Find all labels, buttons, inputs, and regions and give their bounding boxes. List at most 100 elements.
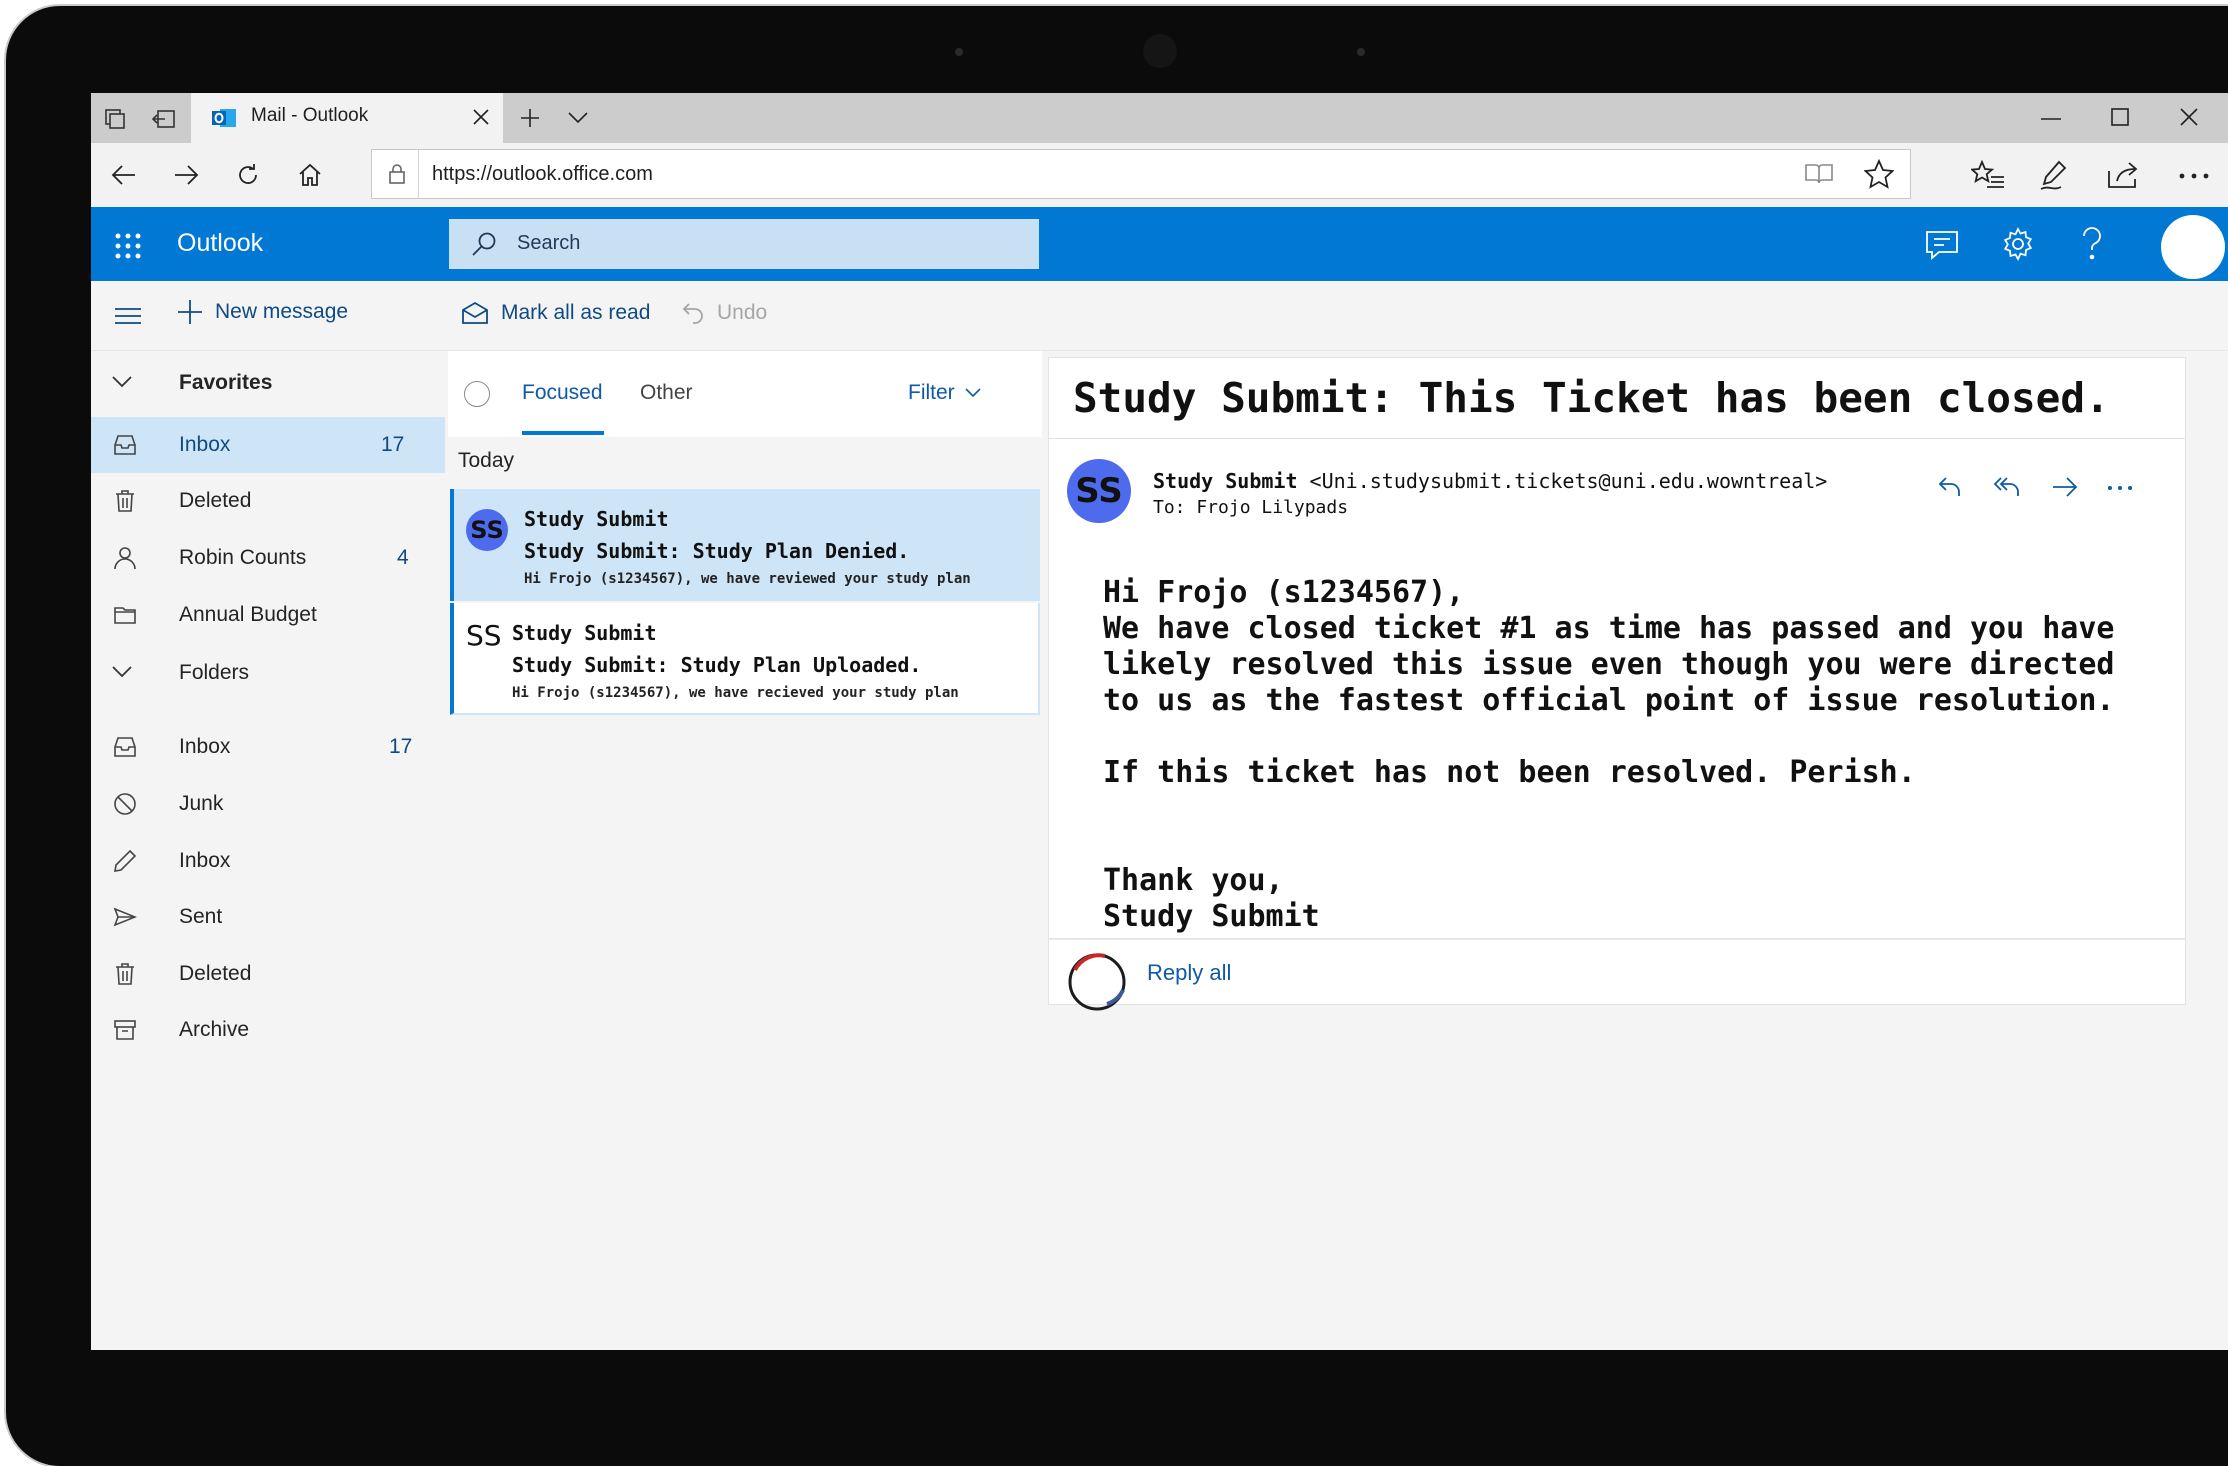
chat-feedback-icon[interactable] — [1925, 229, 1959, 261]
forward-icon[interactable] — [173, 163, 199, 187]
reply-icon[interactable] — [1937, 475, 1963, 499]
settings-gear-icon[interactable] — [2001, 227, 2035, 261]
email-body-line: Thank you, — [1103, 863, 1284, 898]
folder-label: Inbox — [179, 849, 231, 872]
reading-view-icon[interactable] — [1804, 162, 1834, 186]
lock-icon — [388, 163, 406, 185]
archive-icon — [113, 1018, 139, 1044]
app-launcher-icon[interactable] — [115, 233, 141, 259]
reply-all-icon[interactable] — [1993, 475, 2023, 499]
close-tab-icon[interactable] — [471, 107, 491, 127]
email-body-line: to us as the fastest official point of i… — [1103, 683, 2115, 718]
email-card: SS Study Submit <Uni.studysubmit.tickets… — [1048, 439, 2186, 939]
minimize-icon[interactable] — [2041, 117, 2061, 121]
from-line[interactable]: Study Submit <Uni.studysubmit.tickets@un… — [1153, 469, 1827, 493]
reading-pane: Study Submit: This Ticket has been close… — [1048, 351, 2228, 1350]
tab-preview-chevron-icon[interactable] — [567, 111, 589, 125]
undo-button[interactable]: Undo — [681, 301, 767, 325]
tab-title: Mail - Outlook — [251, 105, 369, 126]
folder-item-inbox[interactable]: Inbox 17 — [91, 719, 445, 775]
pen-notes-icon[interactable] — [2039, 159, 2073, 191]
email-body-line: Study Submit — [1103, 899, 1320, 934]
fav-label: Deleted — [179, 489, 252, 512]
back-icon[interactable] — [111, 163, 137, 187]
folder-label: Inbox — [179, 735, 231, 758]
active-tab-indicator — [522, 431, 604, 435]
folder-item-sent[interactable]: Sent — [91, 889, 445, 945]
fav-item-robin-counts[interactable]: Robin Counts 4 — [91, 530, 445, 586]
new-message-button[interactable]: New message — [177, 299, 348, 325]
new-tab-icon[interactable] — [519, 107, 541, 129]
favorites-header[interactable]: Favorites — [91, 351, 445, 411]
fav-label: Robin Counts — [179, 546, 307, 569]
outlook-logo-icon — [211, 106, 237, 130]
envelope-open-icon — [462, 301, 488, 324]
maximize-icon[interactable] — [2111, 108, 2129, 126]
reply-all-button[interactable]: Reply all — [1147, 960, 1231, 986]
close-window-icon[interactable] — [2179, 107, 2199, 127]
folder-item-drafts[interactable]: Inbox — [91, 833, 445, 889]
tab-other[interactable]: Other — [640, 381, 693, 405]
help-icon[interactable] — [2081, 227, 2103, 261]
plus-icon — [178, 300, 202, 324]
home-icon[interactable] — [297, 162, 323, 188]
tab-focused[interactable]: Focused — [522, 381, 603, 405]
unread-count: 4 — [397, 546, 409, 569]
folder-label: Deleted — [179, 962, 252, 985]
more-icon[interactable] — [2179, 173, 2209, 179]
unread-count: 17 — [389, 735, 413, 758]
inbox-icon — [113, 433, 139, 459]
folder-pane: Favorites Inbox 17 Deleted Robin Counts … — [91, 351, 445, 1350]
share-icon[interactable] — [2107, 159, 2141, 189]
fav-item-deleted[interactable]: Deleted — [91, 473, 445, 529]
group-label: Today — [458, 449, 515, 472]
email-subject: Study Submit: This Ticket has been close… — [1073, 374, 2110, 422]
chevron-down-icon — [111, 665, 133, 679]
email-body-line: Hi Frojo (s1234567), — [1103, 575, 1465, 610]
command-bar: New message Mark all as read Undo — [91, 281, 2228, 351]
folder-item-archive[interactable]: Archive — [91, 1002, 445, 1058]
message-item[interactable]: SS Study Submit Study Submit: Study Plan… — [450, 603, 1040, 715]
sender-initials: SS — [466, 619, 502, 652]
subject-card: Study Submit: This Ticket has been close… — [1048, 357, 2186, 439]
fav-item-inbox[interactable]: Inbox 17 — [91, 417, 445, 473]
favorites-list-icon[interactable] — [1971, 160, 2005, 190]
message-list-pivot: Focused Other Filter — [448, 351, 1042, 437]
search-icon — [471, 231, 497, 257]
message-subject: Study Submit: Study Plan Uploaded. — [512, 653, 922, 677]
user-avatar[interactable] — [2161, 215, 2225, 279]
tab-manager-icon[interactable] — [103, 107, 127, 131]
favorite-star-icon[interactable] — [1864, 159, 1894, 189]
app-brand[interactable]: Outlook — [177, 229, 263, 258]
trash-icon — [113, 489, 139, 515]
folders-label: Folders — [179, 661, 250, 684]
more-actions-icon[interactable] — [2107, 485, 2133, 491]
filter-button[interactable]: Filter — [908, 381, 981, 405]
forward-mail-icon[interactable] — [2051, 475, 2079, 499]
fav-item-annual-budget[interactable]: Annual Budget — [91, 587, 445, 643]
email-body-line: likely resolved this issue even though y… — [1103, 647, 2115, 682]
message-subject: Study Submit: Study Plan Denied. — [524, 539, 910, 563]
message-item[interactable]: SS Study Submit Study Submit: Study Plan… — [450, 489, 1040, 601]
set-aside-tabs-icon[interactable] — [151, 107, 177, 131]
mark-all-read-button[interactable]: Mark all as read — [461, 301, 650, 325]
refresh-icon[interactable] — [235, 162, 261, 188]
mark-all-read-label: Mark all as read — [501, 301, 651, 324]
undo-label: Undo — [717, 301, 768, 324]
search-box[interactable]: Search — [449, 219, 1039, 269]
undo-icon — [682, 303, 703, 324]
filter-label: Filter — [908, 381, 955, 404]
browser-tab[interactable]: Mail - Outlook — [191, 93, 503, 143]
pencil-icon — [113, 849, 139, 875]
message-list: Focused Other Filter Today SS Study Subm… — [448, 351, 1042, 1350]
url-text: https://outlook.office.com — [432, 163, 653, 185]
new-message-label: New message — [215, 300, 349, 323]
folder-label: Archive — [179, 1018, 250, 1041]
folder-item-junk[interactable]: Junk — [91, 776, 445, 832]
hamburger-menu-icon[interactable] — [115, 307, 141, 325]
folder-item-deleted[interactable]: Deleted — [91, 946, 445, 1002]
address-bar[interactable]: https://outlook.office.com — [371, 149, 1911, 199]
message-sender: Study Submit — [512, 621, 657, 645]
folder-label: Sent — [179, 905, 223, 928]
select-all-checkbox[interactable] — [464, 381, 490, 407]
